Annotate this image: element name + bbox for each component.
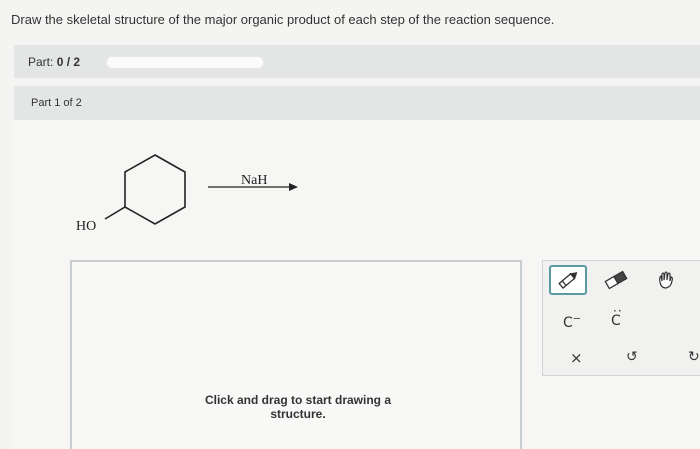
- pencil-tool-button[interactable]: [549, 265, 587, 295]
- redo-icon: ↻: [688, 349, 700, 365]
- hand-tool-button[interactable]: [653, 269, 679, 296]
- lone-pair-button[interactable]: C ··: [611, 304, 622, 329]
- pencil-icon: [558, 272, 578, 289]
- canvas-hint: Click and drag to start drawing a struct…: [204, 393, 392, 421]
- hand-icon: [659, 271, 673, 289]
- drawing-toolbox: C− C ·· × ↺ ↻: [542, 260, 700, 376]
- charge-minus-sign: −: [572, 313, 582, 324]
- charge-minus-icon: C−: [563, 313, 582, 331]
- delete-button[interactable]: ×: [570, 349, 583, 367]
- charge-minus-button[interactable]: C−: [563, 313, 581, 331]
- lone-pair-dots: ··: [613, 304, 623, 318]
- eraser-icon: [604, 270, 628, 290]
- undo-button[interactable]: ↺: [626, 349, 638, 365]
- cyclohexane-ring: [124, 154, 186, 225]
- hydroxyl-label: HO: [76, 219, 96, 234]
- lone-pair-icon: C ··: [611, 304, 622, 329]
- delete-icon: ×: [570, 349, 583, 367]
- ho-bond: [104, 206, 126, 220]
- reaction-scheme: HO NaH: [76, 154, 298, 234]
- redo-button[interactable]: ↻: [688, 349, 700, 365]
- charge-minus-letter: C: [563, 314, 573, 331]
- reagent-label: NaH: [241, 173, 267, 188]
- undo-icon: ↺: [626, 349, 638, 365]
- eraser-tool-button[interactable]: [603, 269, 629, 296]
